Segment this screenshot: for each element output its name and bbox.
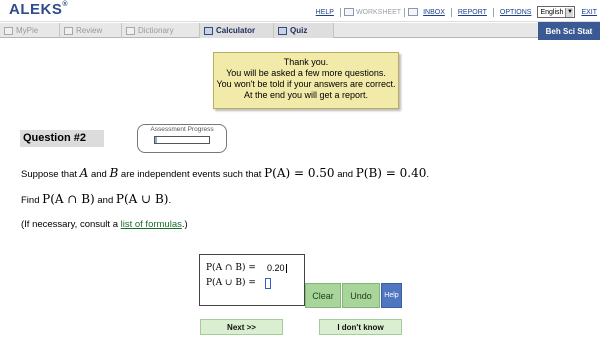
answer-input-union[interactable] bbox=[265, 278, 271, 289]
exit-link[interactable]: EXIT bbox=[581, 9, 597, 16]
text: .) bbox=[181, 219, 188, 230]
book-icon bbox=[126, 26, 135, 35]
tab-label: Review bbox=[76, 26, 103, 35]
text: . bbox=[168, 195, 172, 206]
text-cursor bbox=[285, 264, 287, 274]
pie-icon bbox=[4, 26, 13, 35]
question-find: Find P(A ∩ B) and P(A ∪ B). bbox=[21, 192, 171, 206]
undo-button[interactable]: Undo bbox=[342, 283, 380, 308]
tab-label: Calculator bbox=[216, 26, 256, 35]
text: are independent events such that bbox=[120, 169, 262, 180]
worksheet-link[interactable]: WORKSHEET bbox=[356, 9, 401, 16]
assessment-progress: Assessment Progress bbox=[137, 124, 227, 153]
notice-line: You will be asked a few more questions. bbox=[226, 68, 386, 78]
progress-fill bbox=[155, 137, 157, 143]
tab-review[interactable]: Review bbox=[60, 23, 122, 38]
consult-line: (If necessary, consult a list of formula… bbox=[21, 219, 188, 230]
var-b: B bbox=[109, 166, 119, 180]
text: Suppose that bbox=[21, 169, 77, 180]
divider bbox=[492, 7, 494, 17]
text: (If necessary, consult a bbox=[21, 219, 118, 230]
check-icon bbox=[64, 26, 73, 35]
clear-button[interactable]: Clear bbox=[305, 283, 341, 308]
text: and bbox=[97, 195, 114, 206]
find-intersection: P(A ∩ B) bbox=[42, 192, 95, 206]
answer-label-intersection: P(A ∩ B) = bbox=[206, 263, 256, 273]
inbox-link[interactable]: INBOX bbox=[423, 9, 445, 16]
inbox-icon bbox=[408, 8, 419, 16]
tab-calculator[interactable]: Calculator bbox=[200, 23, 274, 38]
report-link[interactable]: REPORT bbox=[458, 9, 487, 16]
progress-label: Assessment Progress bbox=[150, 126, 214, 133]
divider bbox=[339, 7, 341, 17]
help-link[interactable]: HELP bbox=[316, 9, 334, 16]
tab-label: Dictionary bbox=[138, 26, 174, 35]
course-badge: Beh Sci Stat bbox=[538, 22, 600, 40]
language-value: English bbox=[540, 8, 564, 16]
tab-bar: MyPie Review Dictionary Calculator Quiz bbox=[0, 23, 600, 38]
divider bbox=[450, 7, 452, 17]
tab-label: Quiz bbox=[290, 26, 308, 35]
answer-label-union: P(A ∪ B) = bbox=[206, 278, 256, 288]
chevron-down-icon[interactable]: ▼ bbox=[565, 7, 574, 17]
progress-bar bbox=[154, 136, 210, 144]
question-statement: Suppose that A and B are independent eve… bbox=[21, 166, 429, 180]
aleks-logo: ALEKS® bbox=[9, 1, 69, 18]
text: and bbox=[90, 169, 107, 180]
tab-label: MyPie bbox=[16, 26, 39, 35]
answer-box: P(A ∩ B) = 0.20 P(A ∪ B) = bbox=[199, 254, 305, 306]
dont-know-button[interactable]: I don't know bbox=[319, 319, 402, 335]
language-select[interactable]: English ▼ bbox=[537, 6, 576, 18]
tab-dictionary[interactable]: Dictionary bbox=[122, 23, 200, 38]
notice-line: Thank you. bbox=[283, 57, 329, 67]
tab-quiz[interactable]: Quiz bbox=[274, 23, 334, 38]
answer-value: 0.20 bbox=[267, 263, 285, 273]
tab-mypie[interactable]: MyPie bbox=[0, 23, 60, 38]
top-links: HELP WORKSHEET INBOX REPORT OPTIONS Engl… bbox=[313, 5, 600, 19]
quiz-icon bbox=[278, 26, 287, 35]
notice-line: You won't be told if your answers are co… bbox=[216, 79, 396, 89]
formulas-link[interactable]: list of formulas bbox=[121, 219, 182, 230]
next-button[interactable]: Next >> bbox=[200, 319, 283, 335]
text: and bbox=[337, 169, 354, 180]
top-bar: ALEKS® HELP WORKSHEET INBOX REPORT OPTIO… bbox=[0, 0, 600, 22]
divider bbox=[404, 7, 406, 17]
text: Find bbox=[21, 195, 40, 206]
var-a: A bbox=[79, 166, 89, 180]
question-title: Question #2 bbox=[20, 130, 104, 147]
notice-line: At the end you will get a report. bbox=[243, 90, 369, 100]
worksheet-icon bbox=[343, 8, 354, 16]
notice-box: Thank you. You will be asked a few more … bbox=[213, 52, 399, 109]
calculator-icon bbox=[204, 26, 213, 35]
prob-b: P(B) = 0.40 bbox=[355, 166, 427, 180]
help-button[interactable]: Help bbox=[381, 283, 402, 308]
prob-a-complement: P(A) = 0.50 bbox=[264, 166, 335, 180]
options-link[interactable]: OPTIONS bbox=[500, 9, 532, 16]
find-union: P(A ∪ B) bbox=[115, 192, 169, 206]
answer-input-intersection[interactable]: 0.20 bbox=[267, 263, 287, 274]
text: . bbox=[426, 169, 430, 180]
